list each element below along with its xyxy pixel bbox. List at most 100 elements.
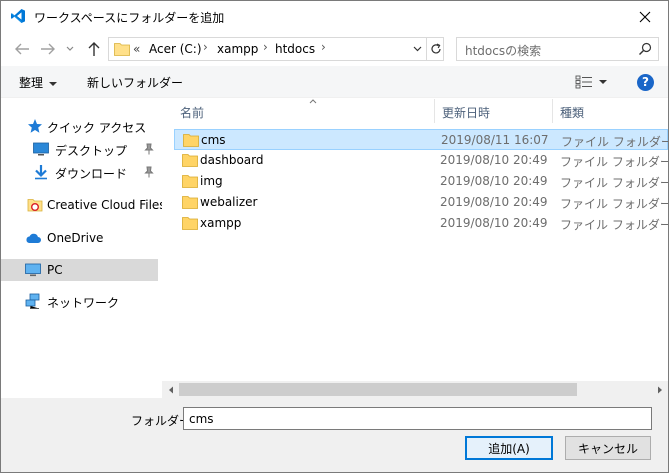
- search-input[interactable]: htdocsの検索: [456, 37, 659, 61]
- column-header-label: 更新日時: [442, 106, 491, 120]
- close-icon: [639, 11, 651, 22]
- network-icon: [25, 293, 40, 309]
- column-header-name[interactable]: 名前: [172, 99, 434, 123]
- folder-name-input[interactable]: [183, 407, 652, 430]
- organize-label: 整理: [19, 76, 44, 90]
- sidebar-item-label: クイック アクセス: [47, 121, 147, 135]
- search-placeholder: htdocsの検索: [465, 44, 542, 58]
- file-type: ファイル フォルダー: [561, 135, 668, 149]
- file-type: ファイル フォルダー: [560, 197, 668, 211]
- table-row[interactable]: cms 2019/08/11 16:07 ファイル フォルダー: [174, 129, 668, 150]
- cloud-icon: [26, 233, 41, 243]
- help-button[interactable]: ?: [637, 74, 654, 91]
- sidebar-item-pc[interactable]: PC: [1, 259, 158, 281]
- file-name: webalizer: [200, 195, 258, 209]
- sidebar-item-network[interactable]: ネットワーク: [1, 290, 158, 312]
- sidebar-item-label: OneDrive: [47, 231, 104, 245]
- refresh-button[interactable]: [426, 38, 444, 60]
- creative-cloud-icon: [27, 199, 43, 212]
- file-date: 2019/08/11 16:07: [441, 133, 549, 147]
- chevron-down-icon: [413, 46, 421, 52]
- dialog-footer: フォルダー: 追加(A) キャンセル: [1, 398, 668, 472]
- scrollbar-thumb[interactable]: [179, 383, 577, 396]
- folder-icon: [182, 154, 198, 167]
- desktop-icon: [33, 142, 49, 156]
- file-date: 2019/08/10 20:49: [440, 153, 548, 167]
- organize-menu[interactable]: 整理: [19, 74, 58, 91]
- breadcrumb-overflow[interactable]: «: [133, 42, 140, 56]
- star-icon: [28, 119, 42, 133]
- forward-button[interactable]: [37, 38, 59, 60]
- column-header-date[interactable]: 更新日時: [434, 99, 552, 123]
- sidebar-item-label: PC: [47, 263, 63, 277]
- close-button[interactable]: [622, 1, 668, 32]
- view-options-icon[interactable]: [575, 75, 593, 89]
- file-name: xampp: [200, 216, 242, 230]
- title-bar: ワークスペースにフォルダーを追加: [1, 1, 668, 32]
- sidebar-item-label: デスクトップ: [55, 144, 128, 158]
- column-header-type[interactable]: 種類: [552, 99, 668, 123]
- file-type: ファイル フォルダー: [560, 155, 668, 169]
- scroll-right-button[interactable]: [651, 381, 668, 398]
- search-icon: [639, 42, 652, 55]
- address-dropdown-button[interactable]: [408, 38, 426, 60]
- window-title: ワークスペースにフォルダーを追加: [34, 11, 225, 25]
- arrow-right-icon: [41, 43, 55, 55]
- sort-ascending-icon: [309, 99, 317, 104]
- folder-icon: [182, 175, 198, 188]
- file-list: 名前 更新日時 種類 cms 2019/08/11 16:07 ファイル フォル…: [162, 99, 668, 383]
- add-button[interactable]: 追加(A): [465, 436, 553, 460]
- file-type: ファイル フォルダー: [560, 218, 668, 232]
- pc-icon: [25, 263, 41, 277]
- up-button[interactable]: [83, 38, 105, 60]
- refresh-icon: [430, 43, 441, 54]
- caret-down-icon: [49, 81, 58, 86]
- file-name: img: [200, 174, 223, 188]
- command-bar: 整理 新しいフォルダー ?: [1, 66, 668, 98]
- folder-icon: [114, 43, 130, 56]
- breadcrumb-separator[interactable]: ›: [263, 40, 268, 54]
- breadcrumb-item-htdocs[interactable]: htdocs: [275, 42, 315, 56]
- folder-icon: [182, 217, 198, 230]
- table-row[interactable]: dashboard 2019/08/10 20:49 ファイル フォルダー: [174, 150, 668, 171]
- breadcrumb-item-xampp[interactable]: xampp: [217, 42, 258, 56]
- vscode-icon: [11, 9, 25, 23]
- folder-icon: [183, 134, 199, 147]
- file-date: 2019/08/10 20:49: [440, 174, 548, 188]
- table-row[interactable]: webalizer 2019/08/10 20:49 ファイル フォルダー: [174, 192, 668, 213]
- navigation-bar: « Acer (C:) › xampp › htdocs › htdocsの検索: [1, 34, 668, 64]
- horizontal-scrollbar[interactable]: [162, 381, 668, 398]
- breadcrumb-separator[interactable]: ›: [203, 40, 208, 54]
- download-icon: [35, 165, 47, 180]
- breadcrumb-separator[interactable]: ›: [321, 40, 326, 54]
- triangle-left-icon: [168, 386, 173, 393]
- address-bar[interactable]: « Acer (C:) › xampp › htdocs ›: [108, 37, 444, 61]
- file-name: cms: [201, 133, 226, 147]
- new-folder-button[interactable]: 新しいフォルダー: [87, 74, 183, 91]
- back-button[interactable]: [11, 38, 33, 60]
- folder-icon: [182, 196, 198, 209]
- sidebar-item-label: ネットワーク: [47, 296, 120, 310]
- table-row[interactable]: img 2019/08/10 20:49 ファイル フォルダー: [174, 171, 668, 192]
- sidebar-item-creative-cloud[interactable]: Creative Cloud Files: [1, 194, 166, 216]
- cancel-button[interactable]: キャンセル: [565, 436, 651, 460]
- table-row[interactable]: xampp 2019/08/10 20:49 ファイル フォルダー: [174, 213, 668, 234]
- navigation-pane: クイック アクセス デスクトップ ダウンロード Creative Cloud F…: [1, 99, 166, 397]
- file-date: 2019/08/10 20:49: [440, 216, 548, 230]
- scroll-left-button[interactable]: [162, 381, 179, 398]
- pin-icon: [144, 143, 154, 155]
- caret-down-icon[interactable]: [599, 80, 607, 84]
- breadcrumb-item-drive[interactable]: Acer (C:): [149, 42, 202, 56]
- column-header-label: 名前: [180, 106, 205, 120]
- column-header-label: 種類: [560, 106, 585, 120]
- recent-locations-button[interactable]: [63, 38, 77, 60]
- arrow-left-icon: [15, 43, 29, 55]
- sidebar-item-quick-access[interactable]: クイック アクセス: [1, 115, 158, 137]
- sidebar-item-label: Creative Cloud Files: [47, 198, 166, 212]
- sidebar-item-desktop[interactable]: デスクトップ: [1, 138, 158, 160]
- sidebar-item-onedrive[interactable]: OneDrive: [1, 227, 158, 249]
- sidebar-item-label: ダウンロード: [55, 167, 128, 181]
- file-type: ファイル フォルダー: [560, 176, 668, 190]
- arrow-up-icon: [88, 42, 100, 56]
- sidebar-item-downloads[interactable]: ダウンロード: [1, 161, 158, 183]
